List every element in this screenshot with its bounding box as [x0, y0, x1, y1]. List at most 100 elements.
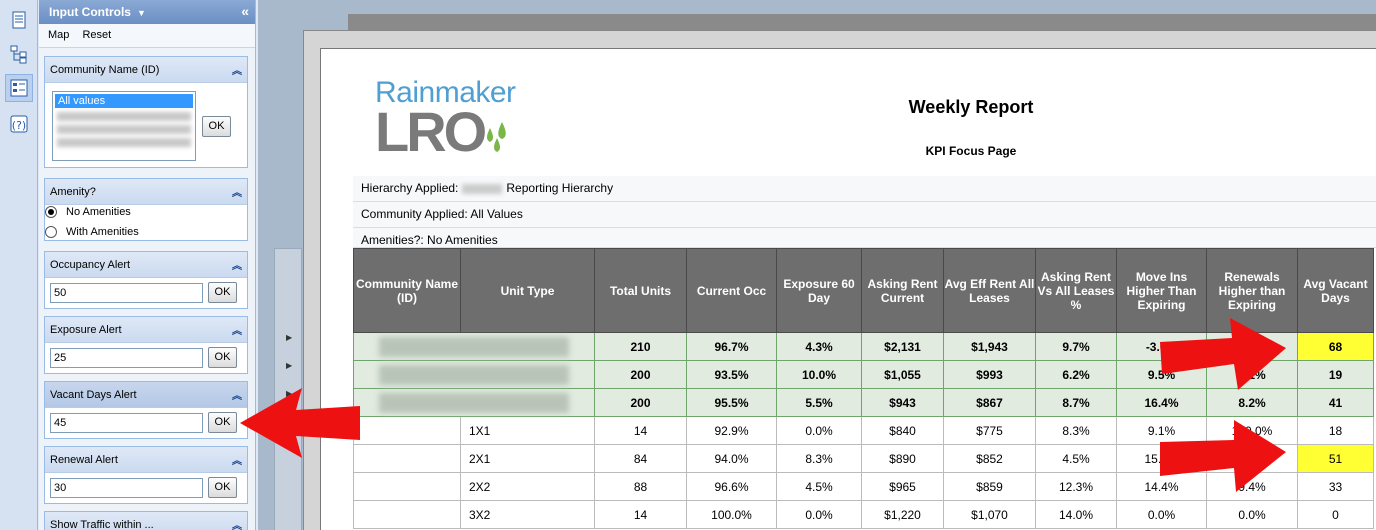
vacant-days-ok-button[interactable]: OK [208, 412, 237, 433]
community-selected-option[interactable]: All values [55, 94, 193, 108]
traffic-label: Show Traffic within ... [50, 519, 154, 530]
amenities-applied-row: Amenities?: No Amenities [353, 228, 1376, 248]
community-listbox[interactable]: All values [52, 91, 196, 161]
community-ok-button[interactable]: OK [202, 116, 231, 137]
table-cell: 0.0% [1206, 500, 1298, 529]
col-header: Current Occ [686, 248, 777, 333]
table-cell: 93.5% [686, 360, 777, 389]
table-cell: 4.5% [776, 472, 862, 501]
dropdown-icon[interactable]: ▼ [137, 8, 146, 18]
traffic-header: Show Traffic within ... ︽ [45, 512, 247, 530]
radio-unselected-icon[interactable] [45, 226, 57, 238]
hierarchy-value: Reporting Hierarchy [506, 181, 614, 195]
occupancy-input[interactable] [50, 283, 203, 303]
vacant-days-header: Vacant Days Alert ︽ [45, 382, 247, 408]
blurred-community-name [353, 332, 595, 361]
col-header: Total Units [594, 248, 687, 333]
col-header: Asking Rent Current [861, 248, 944, 333]
highlighted-cell: 51 [1297, 444, 1374, 473]
detail-row: 3X2 14 100.0% 0.0% $1,220 $1,070 14.0% 0… [353, 500, 1374, 529]
table-cell: 33 [1297, 472, 1374, 501]
exposure-ok-button[interactable]: OK [208, 347, 237, 368]
community-header: Community Name (ID) ︽ [45, 57, 247, 83]
table-cell: 12.3% [1035, 472, 1117, 501]
table-cell: 100.0% [686, 500, 777, 529]
radio-label: With Amenities [66, 226, 139, 238]
expand-arrow-icon[interactable]: ▶ [286, 361, 300, 381]
table-cell: $1,055 [861, 360, 944, 389]
map-menu-item[interactable]: Map [48, 29, 69, 41]
red-arrow-vacant-days [240, 388, 360, 458]
vacant-days-label: Vacant Days Alert [50, 389, 137, 401]
exposure-header: Exposure Alert ︽ [45, 317, 247, 343]
tree-icon[interactable] [5, 40, 33, 68]
chevron-up-icon[interactable]: ︽ [232, 322, 242, 337]
col-header: Avg Vacant Days [1297, 248, 1374, 333]
blurred-option[interactable] [57, 112, 191, 121]
radio-label: No Amenities [66, 206, 131, 218]
col-header: Asking Rent Vs All Leases % [1035, 248, 1117, 333]
table-cell: 14 [594, 500, 687, 529]
table-cell: 8.3% [1035, 416, 1117, 445]
radio-no-amenities[interactable]: No Amenities [45, 206, 131, 218]
collapse-icon[interactable]: « [241, 3, 249, 19]
table-cell: 0 [1297, 500, 1374, 529]
radio-selected-icon[interactable] [45, 206, 57, 218]
blurred-option[interactable] [57, 125, 191, 134]
amenity-header: Amenity? ︽ [45, 179, 247, 205]
table-cell: 19 [1297, 360, 1374, 389]
blurred-option[interactable] [57, 138, 191, 147]
table-cell: 0.0% [776, 500, 862, 529]
community-label: Community Name (ID) [50, 64, 160, 76]
exposure-label: Exposure Alert [50, 324, 122, 336]
chevron-up-icon[interactable]: ︽ [232, 62, 242, 77]
table-cell [353, 444, 461, 473]
table-cell [353, 472, 461, 501]
table-cell [353, 416, 461, 445]
logo-bottom-text: LRO [375, 100, 487, 163]
chevron-up-icon[interactable]: ︽ [232, 184, 242, 199]
table-cell: 8.2% [1206, 388, 1298, 417]
chevron-up-icon[interactable]: ︽ [232, 257, 242, 272]
chevron-up-icon[interactable]: ︽ [232, 517, 242, 530]
radio-with-amenities[interactable]: With Amenities [45, 226, 139, 238]
red-arrow-68 [1160, 318, 1286, 390]
community-applied-row: Community Applied: All Values [353, 202, 1376, 228]
table-cell: $852 [943, 444, 1036, 473]
table-cell: 8.7% [1035, 388, 1117, 417]
expand-arrow-icon[interactable]: ▶ [286, 333, 300, 353]
table-cell: 96.6% [686, 472, 777, 501]
table-cell: $775 [943, 416, 1036, 445]
table-cell: 10.0% [776, 360, 862, 389]
table-cell: 9.7% [1035, 332, 1117, 361]
panel-title: Input Controls [49, 5, 131, 19]
renewal-ok-button[interactable]: OK [208, 477, 237, 498]
report-title: Weekly Report [908, 97, 1034, 117]
table-cell: 95.5% [686, 388, 777, 417]
reset-menu-item[interactable]: Reset [82, 29, 111, 41]
help-icon[interactable]: (?) [5, 110, 33, 138]
vacant-days-input[interactable] [50, 413, 203, 433]
table-cell: 6.2% [1035, 360, 1117, 389]
input-controls-icon[interactable] [5, 74, 33, 102]
renewal-input[interactable] [50, 478, 203, 498]
table-cell: $1,070 [943, 500, 1036, 529]
table-cell: $840 [861, 416, 944, 445]
exposure-input[interactable] [50, 348, 203, 368]
vacant-days-control: Vacant Days Alert ︽ OK [44, 381, 248, 439]
col-header: Unit Type [460, 248, 595, 333]
input-controls-panel: Input Controls ▼ « Map Reset Community Na… [39, 0, 256, 530]
report-icon[interactable] [5, 6, 33, 34]
unit-type-cell: 2X1 [460, 444, 595, 473]
table-cell: 0.0% [776, 416, 862, 445]
droplets-icon [487, 122, 506, 152]
table-cell: $859 [943, 472, 1036, 501]
occupancy-ok-button[interactable]: OK [208, 282, 237, 303]
amenities-applied-text: Amenities?: No Amenities [361, 233, 498, 247]
table-cell: 96.7% [686, 332, 777, 361]
table-cell: $965 [861, 472, 944, 501]
hierarchy-row: Hierarchy Applied: Reporting Hierarchy [353, 176, 1376, 202]
svg-text:(?): (?) [12, 119, 26, 132]
table-cell: $993 [943, 360, 1036, 389]
blurred-text [462, 183, 503, 194]
